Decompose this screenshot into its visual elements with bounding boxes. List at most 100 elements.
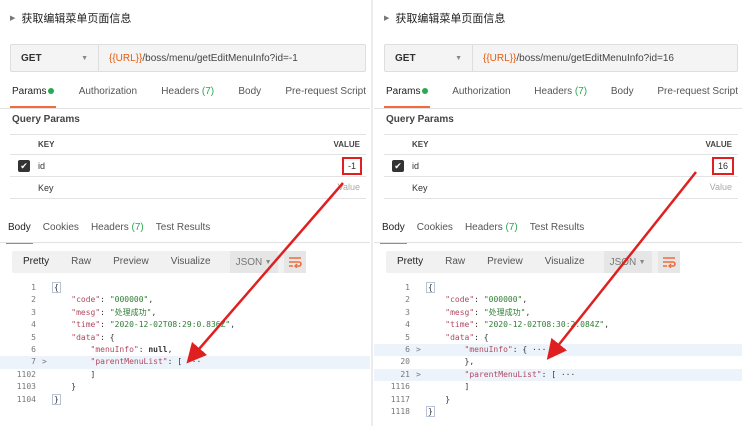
code-token: "data" <box>71 332 101 342</box>
wrap-lines-button[interactable] <box>283 251 306 273</box>
line-number: 5 <box>405 332 410 342</box>
tab-authorization[interactable]: Authorization <box>452 86 510 104</box>
code-token: "menuInfo" <box>90 344 139 354</box>
tab-count: (7) <box>131 222 144 233</box>
tab-count: (7) <box>574 86 588 97</box>
code-token: "time" <box>445 320 475 330</box>
code-token: "000000" <box>483 295 523 305</box>
line-number: 1116 <box>390 382 410 392</box>
format-button-pretty[interactable]: Pretty <box>386 251 434 273</box>
format-button-preview[interactable]: Preview <box>102 251 160 273</box>
value-placeholder[interactable]: Value <box>710 182 732 192</box>
format-button-raw[interactable]: Raw <box>60 251 102 273</box>
table-row: ✔ id 16 <box>384 155 738 177</box>
format-button-visualize[interactable]: Visualize <box>160 251 222 273</box>
response-tab-headers[interactable]: Headers (7) <box>91 222 144 240</box>
format-select[interactable]: JSON ▼ <box>229 251 278 273</box>
line-number: 1 <box>31 283 36 292</box>
response-tab-cookies[interactable]: Cookies <box>417 222 453 240</box>
left-request-panel: ▶ 获取编辑菜单页面信息 GET ▼ {{URL}}/boss/menu/getEdit… <box>0 0 370 426</box>
chevron-down-icon: ▼ <box>264 258 272 266</box>
value-placeholder[interactable]: Value <box>338 182 360 192</box>
tab-body[interactable]: Body <box>238 86 261 104</box>
line-number: 6 <box>31 344 36 354</box>
fold-chevron-icon[interactable]: > <box>42 356 47 368</box>
collapse-triangle-icon[interactable]: ▶ <box>384 14 389 22</box>
method-select[interactable]: GET ▼ <box>385 45 473 71</box>
code-token: : [ ··· <box>541 369 576 379</box>
tab-headers[interactable]: Headers (7) <box>161 86 214 104</box>
response-tab-body[interactable]: Body <box>380 222 407 244</box>
tab-body[interactable]: Body <box>611 86 634 104</box>
tab-params[interactable]: Params <box>383 86 431 108</box>
tab-label: Params <box>12 86 47 97</box>
format-toolbar: Pretty Raw Preview Visualize JSON ▼ <box>12 251 306 273</box>
tab-params[interactable]: Params <box>9 86 57 108</box>
code-text: "time": "2020-12-02T08:30:2​.084Z", <box>426 319 609 331</box>
code-token: "mesg" <box>71 307 101 317</box>
checkbox-checked-icon[interactable]: ✔ <box>18 160 30 172</box>
code-text: } <box>52 381 76 393</box>
wrap-lines-icon <box>662 257 676 268</box>
wrap-lines-button[interactable] <box>657 251 680 273</box>
param-value[interactable]: 16 <box>711 157 734 175</box>
format-button-visualize[interactable]: Visualize <box>534 251 596 273</box>
tab-authorization[interactable]: Authorization <box>79 86 137 104</box>
tab-label: Headers <box>534 86 573 97</box>
code-token: "2020-12-02T08:29:0​.836Z" <box>109 320 231 330</box>
tab-label: Body <box>8 222 31 233</box>
code-line: 5 "data": { <box>374 332 742 344</box>
tab-pre-request-script[interactable]: Pre-request Script <box>657 86 738 104</box>
code-token: , <box>522 295 528 305</box>
collapse-triangle-icon[interactable]: ▶ <box>10 14 15 22</box>
line-number: 5 <box>31 332 36 342</box>
tab-headers[interactable]: Headers (7) <box>534 86 587 104</box>
url-input[interactable]: {{URL}}/boss/menu/getEditMenuInfo?id=16 <box>473 53 674 64</box>
code-line: 7 > "parentMenuList": [ ··· <box>0 356 370 369</box>
fold-chevron-icon[interactable]: > <box>416 369 421 381</box>
code-text: }, <box>426 356 475 368</box>
code-token: "parentMenuList" <box>464 369 542 379</box>
response-tab-test-results[interactable]: Test Results <box>530 222 584 240</box>
format-button-pretty[interactable]: Pretty <box>12 251 60 273</box>
request-title-text: 获取编辑菜单页面信息 <box>21 13 132 25</box>
key-placeholder[interactable]: Key <box>38 183 54 193</box>
response-tab-test-results[interactable]: Test Results <box>156 222 210 240</box>
tab-divider <box>0 108 370 109</box>
param-key[interactable]: id <box>412 161 419 171</box>
response-divider <box>374 242 742 243</box>
line-number: 2 <box>405 295 410 305</box>
code-token: ] <box>52 369 96 379</box>
response-tab-body[interactable]: Body <box>6 222 33 244</box>
tab-label: Test Results <box>529 222 585 233</box>
url-input[interactable]: {{URL}}/boss/menu/getEditMenuInfo?id=-1 <box>99 53 298 64</box>
code-token: "处理成功" <box>109 307 152 317</box>
code-token: , <box>230 320 236 330</box>
code-text: "time": "2020-12-02T08:29:0​.836Z", <box>52 319 235 331</box>
code-token: "mesg" <box>445 307 475 317</box>
response-tab-headers[interactable]: Headers (7) <box>465 222 518 240</box>
line-number: 1103 <box>16 382 36 392</box>
format-button-preview[interactable]: Preview <box>476 251 534 273</box>
line-number: 1117 <box>390 394 410 404</box>
response-tab-cookies[interactable]: Cookies <box>43 222 79 240</box>
method-select[interactable]: GET ▼ <box>11 45 99 71</box>
panel-divider <box>371 0 373 426</box>
query-params-table: KEY VALUE ✔ id 16 Key Value <box>384 134 738 199</box>
tab-pre-request-script[interactable]: Pre-request Script <box>285 86 366 104</box>
code-text: "mesg": "处理成功", <box>426 307 530 319</box>
key-placeholder[interactable]: Key <box>412 183 428 193</box>
checkbox-checked-icon[interactable]: ✔ <box>392 160 404 172</box>
fold-chevron-icon[interactable]: > <box>416 344 421 356</box>
param-key[interactable]: id <box>38 161 45 171</box>
code-text: { <box>52 282 61 294</box>
tab-label: Pre-request Script <box>657 86 738 97</box>
format-button-raw[interactable]: Raw <box>434 251 476 273</box>
value-column-header: VALUE <box>333 140 360 149</box>
format-select[interactable]: JSON ▼ <box>603 251 652 273</box>
param-value[interactable]: -1 <box>341 157 362 175</box>
